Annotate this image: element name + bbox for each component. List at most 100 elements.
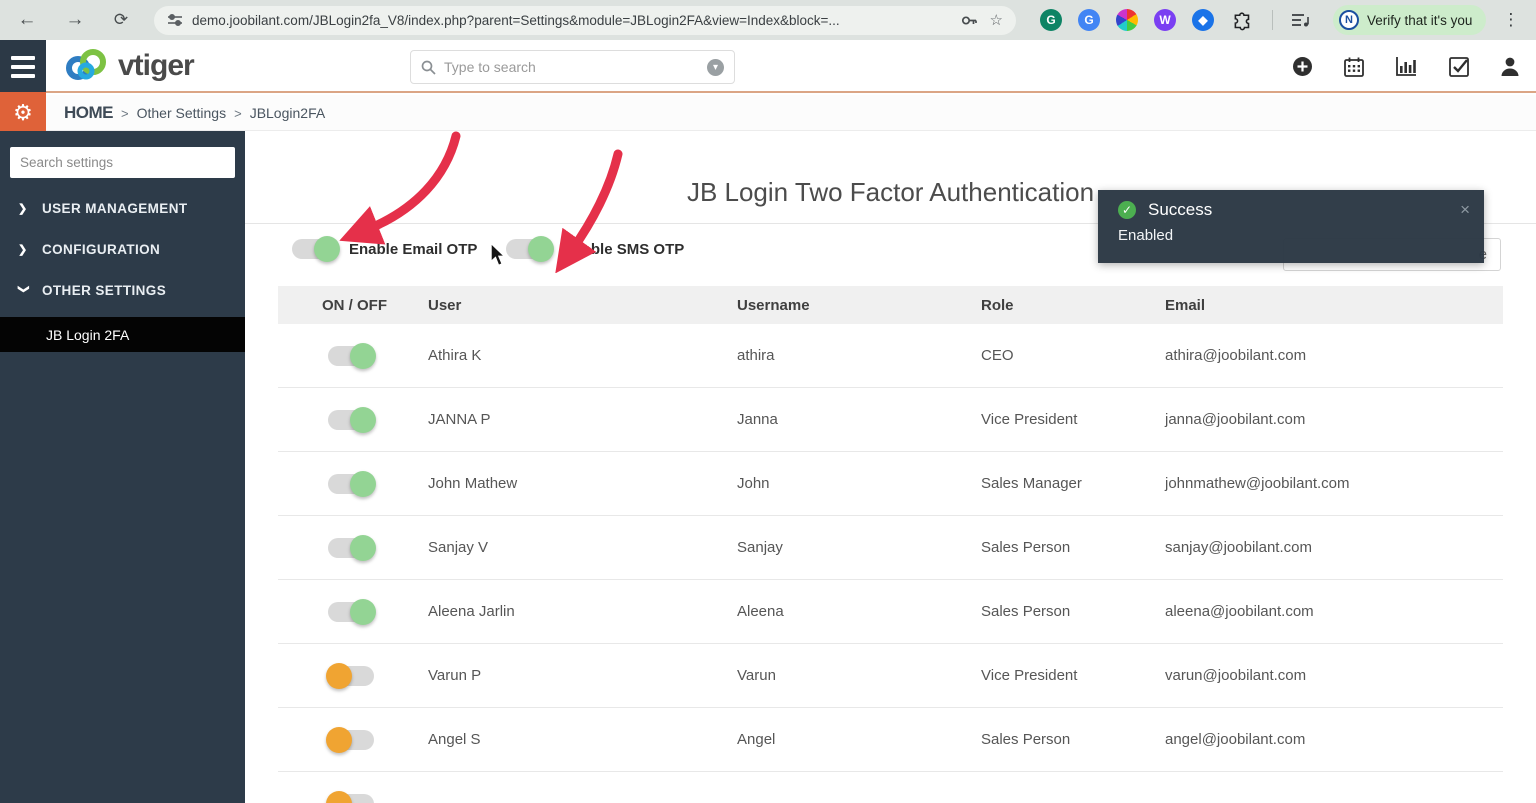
color-wheel-icon[interactable] <box>1116 9 1138 31</box>
search-icon <box>421 60 436 75</box>
site-info-icon[interactable] <box>167 13 183 27</box>
global-search[interactable]: ▾ <box>410 50 735 84</box>
toggle-knob <box>528 236 554 262</box>
browser-menu-icon[interactable]: ⋮ <box>1502 10 1519 30</box>
sms-otp-label: Enable SMS OTP <box>563 241 684 258</box>
passwords-key-icon[interactable] <box>961 13 978 28</box>
row-toggle[interactable] <box>328 538 374 558</box>
breadcrumb-other-settings[interactable]: Other Settings <box>137 105 227 121</box>
url-text: demo.joobilant.com/JBLogin2fa_V8/index.p… <box>192 13 961 28</box>
sidebar-item-jb-login-2fa[interactable]: JB Login 2FA <box>0 317 245 352</box>
toggle-knob <box>314 236 340 262</box>
sms-otp-toggle[interactable] <box>506 239 552 259</box>
cell-username: Angel <box>737 731 981 748</box>
verify-pill-button[interactable]: N Verify that it's you <box>1333 5 1486 35</box>
browser-refresh-button[interactable]: ⟳ <box>106 10 136 30</box>
row-toggle[interactable] <box>328 474 374 494</box>
cell-role: Sales Person <box>981 731 1165 748</box>
row-toggle[interactable] <box>328 410 374 430</box>
cell-role: Vice President <box>981 667 1165 684</box>
row-toggle[interactable] <box>328 346 374 366</box>
toggle-knob <box>350 471 376 497</box>
cell-role: Vice President <box>981 411 1165 428</box>
row-toggle[interactable] <box>328 794 374 803</box>
norton-icon: N <box>1339 10 1359 30</box>
toggle-knob <box>326 727 352 753</box>
cell-user: John Mathew <box>428 475 737 492</box>
toast-title: Success <box>1148 200 1460 220</box>
cell-email: aleena@joobilant.com <box>1165 603 1503 620</box>
quick-add-icon[interactable] <box>1292 56 1313 77</box>
breadcrumb-bar: ⚙ HOME > Other Settings > JBLogin2FA <box>0 95 1536 131</box>
sidebar-section[interactable]: ❯ OTHER SETTINGS <box>0 270 245 311</box>
cell-role: Sales Person <box>981 603 1165 620</box>
row-toggle[interactable] <box>328 730 374 750</box>
bookmark-star-icon[interactable]: ☆ <box>990 11 1003 29</box>
vtiger-cloud-icon <box>62 48 114 84</box>
global-search-input[interactable] <box>444 59 707 75</box>
search-scope-dropdown-icon[interactable]: ▾ <box>707 59 724 76</box>
column-header: Email <box>1165 297 1503 314</box>
chevron-icon: ❯ <box>18 243 30 256</box>
breadcrumb-home[interactable]: HOME <box>64 103 113 123</box>
breadcrumb: HOME > Other Settings > JBLogin2FA <box>64 95 325 131</box>
vtiger-settings-page: ← → ⟳ demo.joobilant.com/JBLogin2fa_V8/i… <box>0 0 1536 803</box>
cell-username: John <box>737 475 981 492</box>
cell-user: Varun P <box>428 667 737 684</box>
toggle-knob <box>350 599 376 625</box>
column-header: ON / OFF <box>278 297 428 314</box>
extensions-puzzle-icon[interactable] <box>1231 10 1252 31</box>
table-row: Aleena Jarlin Aleena Sales Person aleena… <box>278 580 1503 644</box>
email-otp-label: Enable Email OTP <box>349 241 477 258</box>
chevron-icon: ❯ <box>18 285 31 297</box>
vtiger-logo[interactable]: vtiger <box>62 48 194 84</box>
url-bar[interactable]: demo.joobilant.com/JBLogin2fa_V8/index.p… <box>154 6 1016 35</box>
email-otp-toggle[interactable] <box>292 239 338 259</box>
toast-close-icon[interactable]: × <box>1460 200 1470 220</box>
row-toggle[interactable] <box>328 602 374 622</box>
sidebar-section-label: OTHER SETTINGS <box>42 283 166 298</box>
translate-icon[interactable]: G <box>1078 9 1100 31</box>
cell-username: Varun <box>737 667 981 684</box>
cell-user: Aleena Jarlin <box>428 603 737 620</box>
sidebar-section-label: CONFIGURATION <box>42 242 160 257</box>
success-check-icon: ✓ <box>1118 201 1136 219</box>
toast-message: Enabled <box>1098 220 1484 244</box>
toggle-knob <box>326 791 352 803</box>
table-row: Athira K athira CEO athira@joobilant.com <box>278 324 1503 388</box>
hamburger-menu-button[interactable] <box>0 40 46 93</box>
table-row: Varun P Varun Vice President varun@joobi… <box>278 644 1503 708</box>
column-header: Username <box>737 297 981 314</box>
cell-username: Janna <box>737 411 981 428</box>
cell-email: janna@joobilant.com <box>1165 411 1503 428</box>
table-row <box>278 772 1503 803</box>
tasks-check-icon[interactable] <box>1448 56 1470 78</box>
reports-chart-icon[interactable] <box>1395 56 1418 77</box>
browser-toolbar: ← → ⟳ demo.joobilant.com/JBLogin2fa_V8/i… <box>0 0 1536 40</box>
toggle-knob <box>326 663 352 689</box>
toolbar-divider <box>1272 10 1273 30</box>
sidebar-section[interactable]: ❯ CONFIGURATION <box>0 229 245 270</box>
cell-user: Angel S <box>428 731 737 748</box>
sidebar-section-label: USER MANAGEMENT <box>42 201 188 216</box>
extension-icons: GG W ◆ <box>1040 9 1214 31</box>
profile-icon[interactable] <box>1500 56 1520 77</box>
settings-search-input[interactable] <box>10 147 235 178</box>
column-header: User <box>428 297 737 314</box>
table-row: JANNA P Janna Vice President janna@joobi… <box>278 388 1503 452</box>
sidebar-sections: ❯ USER MANAGEMENT ❯ CONFIGURATION ❯ OTHE… <box>0 188 245 311</box>
settings-gear-icon[interactable]: ⚙ <box>0 92 46 133</box>
sidebar-section[interactable]: ❯ USER MANAGEMENT <box>0 188 245 229</box>
cell-username: Aleena <box>737 603 981 620</box>
chevron-icon: ❯ <box>18 202 30 215</box>
cell-email: varun@joobilant.com <box>1165 667 1503 684</box>
tab-list-icon[interactable] <box>1291 12 1311 28</box>
breadcrumb-jblogin2fa: JBLogin2FA <box>250 105 326 121</box>
water-drop-icon[interactable]: ◆ <box>1192 9 1214 31</box>
grammarly-icon[interactable]: G <box>1040 9 1062 31</box>
row-toggle[interactable] <box>328 666 374 686</box>
browser-forward-button[interactable]: → <box>60 9 90 31</box>
calendar-icon[interactable] <box>1343 56 1365 78</box>
browser-back-button[interactable]: ← <box>12 9 42 31</box>
wordtune-icon[interactable]: W <box>1154 9 1176 31</box>
